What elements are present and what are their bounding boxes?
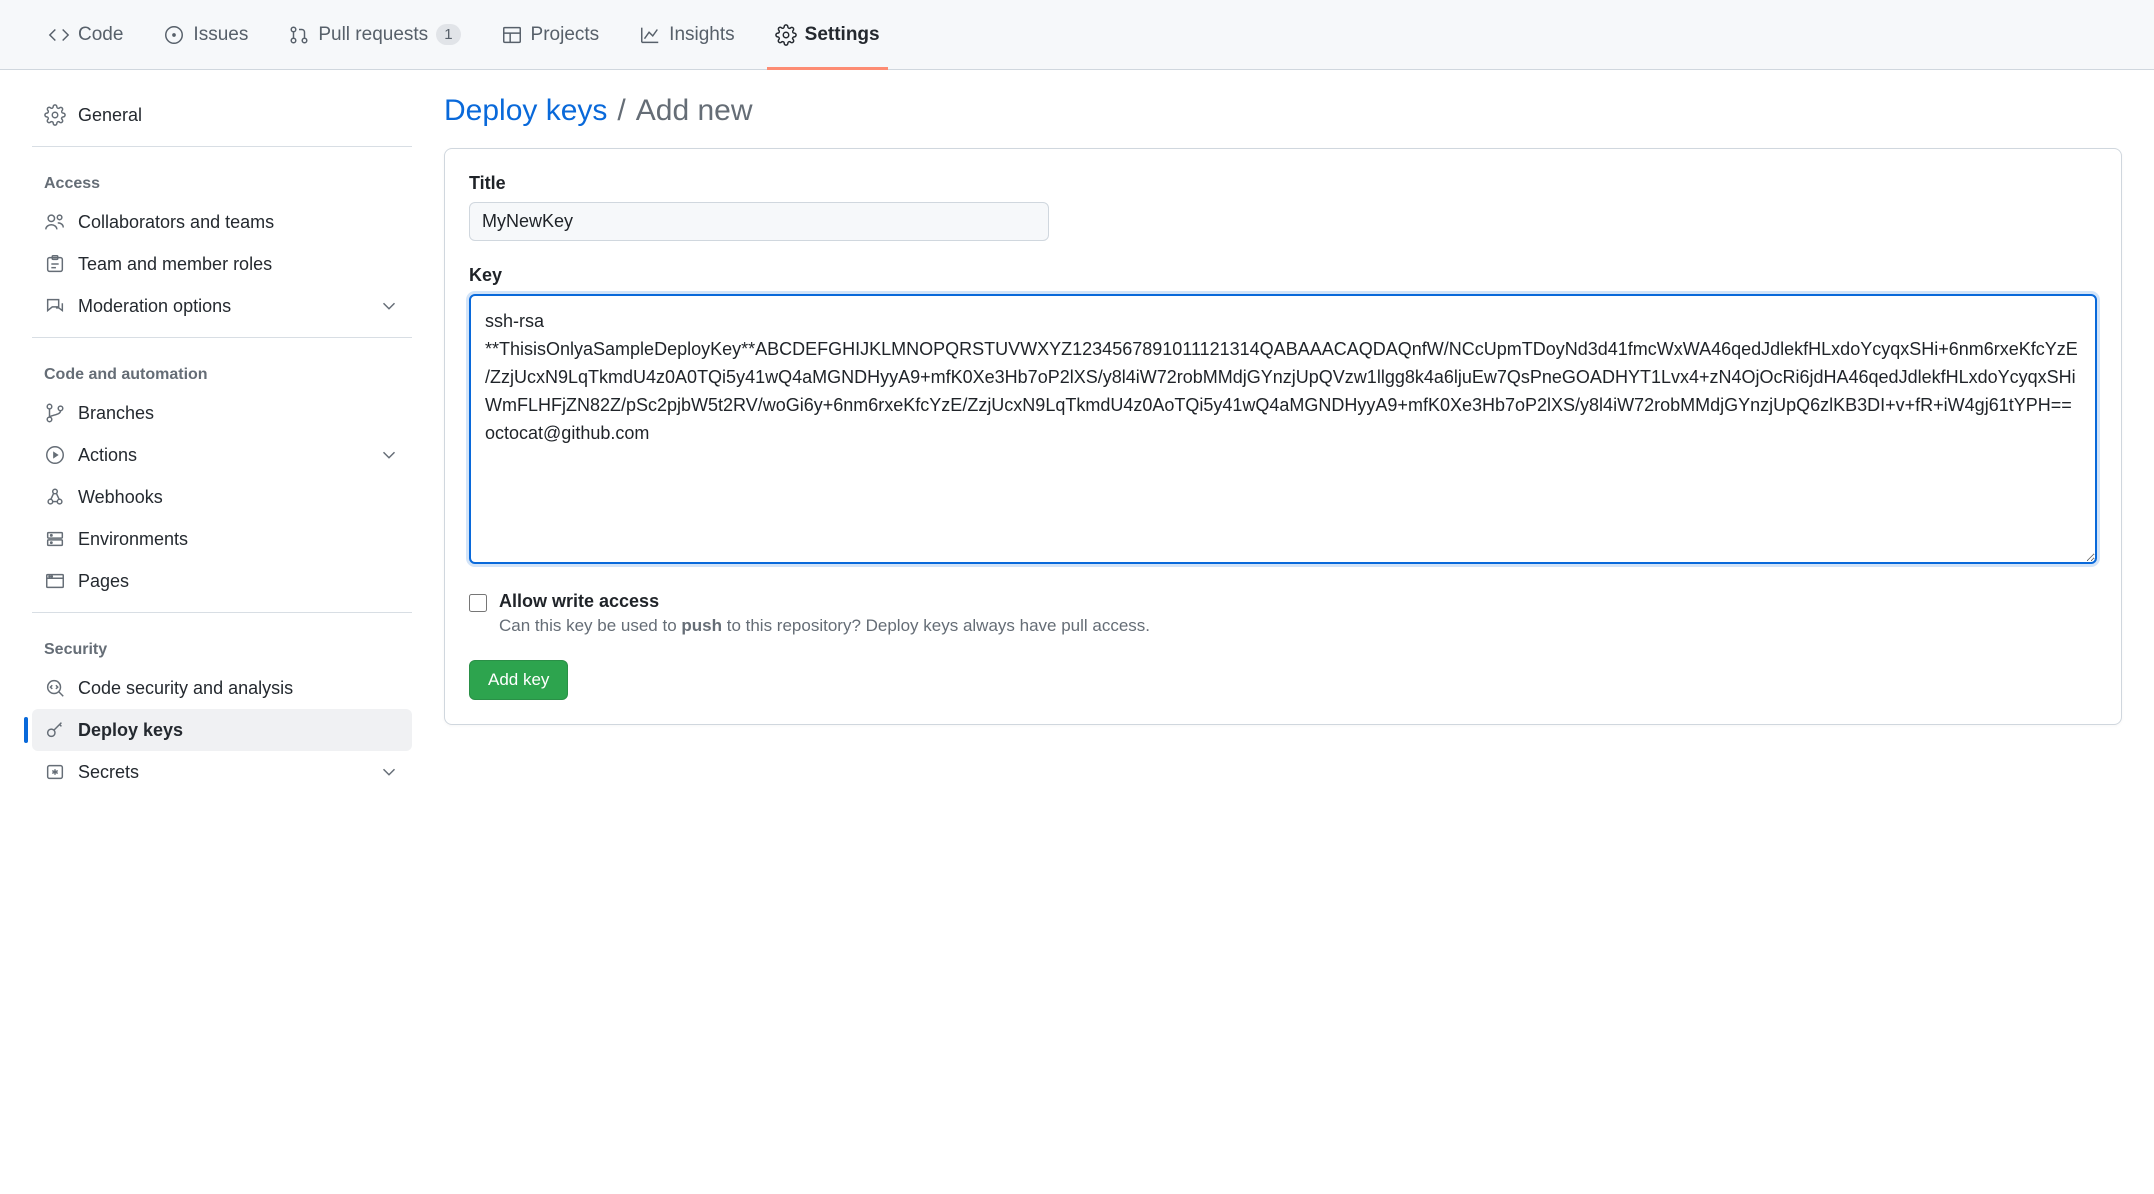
chevron-down-icon bbox=[378, 295, 400, 317]
tab-projects[interactable]: Projects bbox=[485, 0, 616, 70]
add-deploy-key-panel: Title Key Allow write access Can this ke… bbox=[444, 148, 2122, 725]
allow-write-checkbox[interactable] bbox=[469, 594, 487, 612]
breadcrumb-separator: / bbox=[617, 94, 625, 128]
sidebar-heading-access: Access bbox=[32, 157, 412, 201]
main-content: Deploy keys / Add new Title Key Allow wr… bbox=[444, 94, 2122, 793]
graph-icon bbox=[639, 24, 661, 46]
sidebar-item-label: Deploy keys bbox=[78, 720, 183, 741]
tab-label: Pull requests bbox=[318, 24, 428, 46]
sidebar-item-label: Webhooks bbox=[78, 487, 163, 508]
chevron-down-icon bbox=[378, 444, 400, 466]
gear-icon bbox=[775, 24, 797, 46]
sidebar-heading-security: Security bbox=[32, 623, 412, 667]
key-textarea[interactable] bbox=[469, 294, 2097, 564]
sidebar-item-team-roles[interactable]: Team and member roles bbox=[32, 243, 412, 285]
breadcrumb-link-deploy-keys[interactable]: Deploy keys bbox=[444, 94, 607, 128]
breadcrumb-current: Add new bbox=[636, 94, 753, 128]
divider bbox=[32, 612, 412, 613]
tab-label: Issues bbox=[193, 24, 248, 46]
sidebar-item-branches[interactable]: Branches bbox=[32, 392, 412, 434]
table-icon bbox=[501, 24, 523, 46]
tab-pull-requests[interactable]: Pull requests 1 bbox=[272, 0, 476, 70]
tab-label: Code bbox=[78, 24, 123, 46]
key-asterisk-icon bbox=[44, 761, 66, 783]
sidebar-item-pages[interactable]: Pages bbox=[32, 560, 412, 602]
settings-sidebar: General Access Collaborators and teams T… bbox=[32, 94, 412, 793]
sidebar-item-code-security[interactable]: Code security and analysis bbox=[32, 667, 412, 709]
browser-icon bbox=[44, 570, 66, 592]
code-icon bbox=[48, 24, 70, 46]
allow-write-label: Allow write access bbox=[499, 591, 1150, 612]
tab-label: Projects bbox=[531, 24, 600, 46]
git-branch-icon bbox=[44, 402, 66, 424]
key-field-label: Key bbox=[469, 265, 2097, 286]
repo-nav: Code Issues Pull requests 1 Projects Ins… bbox=[0, 0, 2154, 70]
sidebar-item-secrets[interactable]: Secrets bbox=[32, 751, 412, 793]
key-icon bbox=[44, 719, 66, 741]
webhook-icon bbox=[44, 486, 66, 508]
add-key-button[interactable]: Add key bbox=[469, 660, 568, 700]
sidebar-item-label: Environments bbox=[78, 529, 188, 550]
sidebar-item-label: Actions bbox=[78, 445, 137, 466]
allow-write-access-row: Allow write access Can this key be used … bbox=[469, 591, 2097, 636]
sidebar-heading-code-automation: Code and automation bbox=[32, 348, 412, 392]
divider bbox=[32, 337, 412, 338]
sidebar-item-label: Collaborators and teams bbox=[78, 212, 274, 233]
tab-label: Insights bbox=[669, 24, 734, 46]
gear-icon bbox=[44, 104, 66, 126]
chevron-down-icon bbox=[378, 761, 400, 783]
sidebar-item-label: Secrets bbox=[78, 762, 139, 783]
sidebar-item-environments[interactable]: Environments bbox=[32, 518, 412, 560]
sidebar-item-label: Moderation options bbox=[78, 296, 231, 317]
tab-issues[interactable]: Issues bbox=[147, 0, 264, 70]
issue-opened-icon bbox=[163, 24, 185, 46]
title-input[interactable] bbox=[469, 202, 1049, 241]
title-field-label: Title bbox=[469, 173, 2097, 194]
tab-insights[interactable]: Insights bbox=[623, 0, 750, 70]
sidebar-item-actions[interactable]: Actions bbox=[32, 434, 412, 476]
allow-write-description: Can this key be used to push to this rep… bbox=[499, 616, 1150, 636]
breadcrumb: Deploy keys / Add new bbox=[444, 94, 2122, 128]
codescan-icon bbox=[44, 677, 66, 699]
server-icon bbox=[44, 528, 66, 550]
people-icon bbox=[44, 211, 66, 233]
sidebar-item-collaborators[interactable]: Collaborators and teams bbox=[32, 201, 412, 243]
sidebar-item-label: Team and member roles bbox=[78, 254, 272, 275]
tab-code[interactable]: Code bbox=[32, 0, 139, 70]
tab-settings[interactable]: Settings bbox=[759, 0, 896, 70]
sidebar-item-deploy-keys[interactable]: Deploy keys bbox=[32, 709, 412, 751]
sidebar-item-label: General bbox=[78, 105, 142, 126]
sidebar-item-moderation[interactable]: Moderation options bbox=[32, 285, 412, 327]
sidebar-item-general[interactable]: General bbox=[32, 94, 412, 136]
sidebar-item-label: Branches bbox=[78, 403, 154, 424]
pr-count-badge: 1 bbox=[436, 24, 460, 45]
sidebar-item-webhooks[interactable]: Webhooks bbox=[32, 476, 412, 518]
comment-discussion-icon bbox=[44, 295, 66, 317]
git-pull-request-icon bbox=[288, 24, 310, 46]
sidebar-item-label: Pages bbox=[78, 571, 129, 592]
divider bbox=[32, 146, 412, 147]
tab-label: Settings bbox=[805, 24, 880, 46]
sidebar-item-label: Code security and analysis bbox=[78, 678, 293, 699]
id-badge-icon bbox=[44, 253, 66, 275]
play-icon bbox=[44, 444, 66, 466]
